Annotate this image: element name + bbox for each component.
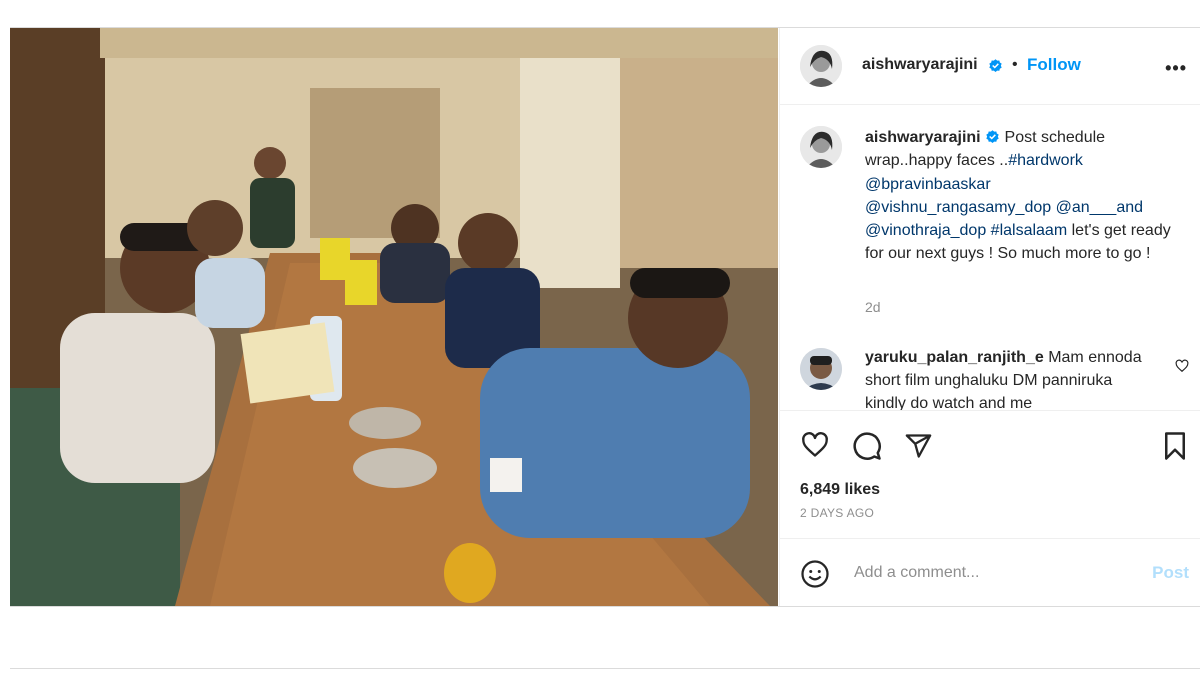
post-comment-button[interactable]: Post xyxy=(1152,563,1189,583)
comment-bubble-icon[interactable] xyxy=(852,431,882,461)
heart-icon[interactable] xyxy=(800,431,830,459)
instagram-post: aishwaryarajini • Follow ••• aishwaryara… xyxy=(10,27,1200,607)
header-separator: • xyxy=(1012,56,1018,73)
mention-an-and[interactable]: @an___and xyxy=(1056,199,1143,216)
paper-plane-icon[interactable] xyxy=(904,432,933,460)
post-sidebar: aishwaryarajini • Follow ••• aishwaryara… xyxy=(779,28,1200,606)
commenter-username[interactable]: yaruku_palan_ranjith_e xyxy=(865,349,1044,366)
mention-vishnu-rangasamy-dop[interactable]: @vishnu_rangasamy_dop xyxy=(865,199,1051,216)
page-divider xyxy=(10,668,1200,669)
small-heart-icon[interactable] xyxy=(1175,359,1189,373)
bookmark-icon[interactable] xyxy=(1162,431,1188,461)
post-header: aishwaryarajini • Follow ••• xyxy=(780,28,1200,105)
add-comment-bar: Post xyxy=(780,538,1200,607)
caption-text: aishwaryarajini Post schedule wrap..happ… xyxy=(865,126,1175,266)
caption-username[interactable]: aishwaryarajini xyxy=(865,129,981,146)
comment-item: yaruku_palan_ranjith_e Mam ennoda short … xyxy=(800,346,1200,410)
smiley-icon[interactable] xyxy=(800,559,830,589)
hashtag-hardwork[interactable]: #hardwork xyxy=(1008,152,1083,169)
caption-age[interactable]: 2d xyxy=(865,299,881,315)
author-avatar[interactable] xyxy=(800,45,842,87)
commenter-avatar[interactable] xyxy=(800,348,842,390)
mention-bpravinbaaskar[interactable]: @bpravinbaaskar xyxy=(865,176,991,193)
caption-verified-badge-icon xyxy=(986,130,999,143)
comment-text: yaruku_palan_ranjith_e Mam ennoda short … xyxy=(865,346,1145,410)
restaurant-group-photo xyxy=(10,28,778,606)
likes-count[interactable]: 6,849 likes xyxy=(800,481,880,499)
follow-button[interactable]: Follow xyxy=(1027,55,1081,75)
verified-badge-icon xyxy=(989,59,1002,72)
mention-vinothraja-dop[interactable]: @vinothraja_dop xyxy=(865,222,986,239)
caption-author-avatar[interactable] xyxy=(800,126,842,168)
hashtag-lalsalaam[interactable]: #lalsalaam xyxy=(991,222,1067,239)
more-options-icon[interactable]: ••• xyxy=(1165,58,1187,79)
add-comment-input[interactable] xyxy=(852,563,1126,583)
post-photo[interactable] xyxy=(10,28,778,606)
author-username[interactable]: aishwaryarajini xyxy=(862,56,978,74)
post-time-ago[interactable]: 2 DAYS AGO xyxy=(800,506,874,520)
